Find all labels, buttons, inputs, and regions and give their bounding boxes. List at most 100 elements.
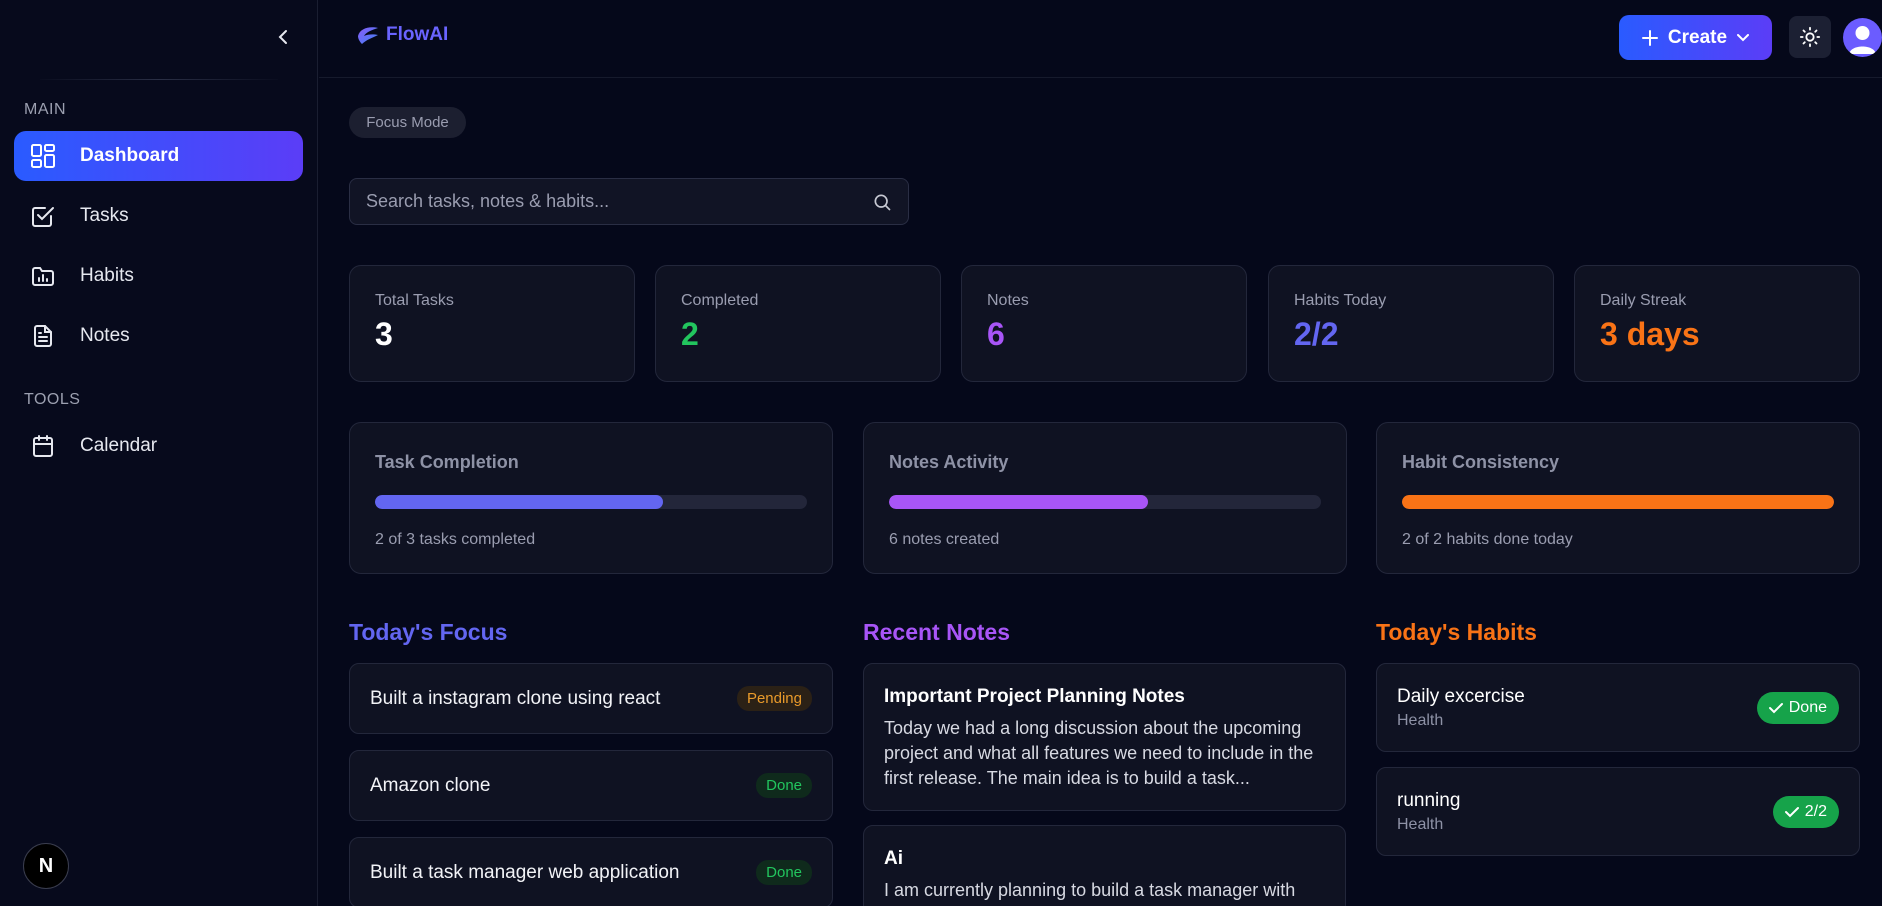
habit-category: Health xyxy=(1397,711,1444,729)
sidebar-item-notes[interactable]: Notes xyxy=(14,311,303,361)
check-icon xyxy=(1784,806,1799,817)
progress-title: Notes Activity xyxy=(889,452,1009,472)
dashboard-icon xyxy=(30,143,56,169)
sidebar-item-habits[interactable]: Habits xyxy=(14,251,303,301)
note-body: I am currently planning to build a task … xyxy=(884,880,1296,900)
calendar-icon xyxy=(30,433,56,459)
sidebar-item-label: Tasks xyxy=(80,205,129,226)
folder-chart-icon xyxy=(30,263,56,289)
task-title: Built a instagram clone using react xyxy=(370,687,661,709)
habit-done-button[interactable]: 2/2 xyxy=(1772,795,1839,828)
sidebar-item-label: Habits xyxy=(80,265,134,286)
stat-value: 3 days xyxy=(1600,316,1700,352)
flowai-logo-icon xyxy=(358,27,378,44)
task-title: Built a task manager web application xyxy=(370,861,680,883)
task-item[interactable]: Built a instagram clone using react Pend… xyxy=(349,663,833,734)
create-button[interactable]: Create xyxy=(1619,15,1772,60)
search-icon[interactable] xyxy=(872,192,892,212)
status-badge: Done xyxy=(756,860,812,885)
next-badge[interactable]: N xyxy=(23,843,69,889)
sidebar-item-dashboard[interactable]: Dashboard xyxy=(14,131,303,181)
sun-icon xyxy=(1799,26,1821,48)
todays-focus-title: Today's Focus xyxy=(349,619,508,645)
file-text-icon xyxy=(30,323,56,349)
collapse-sidebar-button[interactable] xyxy=(272,26,294,48)
stat-value: 2 xyxy=(681,316,699,352)
task-item[interactable]: Built a task manager web application Don… xyxy=(349,837,833,906)
note-item[interactable]: Important Project Planning Notes Today w… xyxy=(863,663,1346,811)
habit-category: Health xyxy=(1397,815,1444,833)
stat-value: 2/2 xyxy=(1294,316,1339,352)
note-body: Today we had a long discussion about the… xyxy=(884,718,1314,788)
progress-subtitle: 2 of 2 habits done today xyxy=(1402,531,1573,548)
stat-label: Notes xyxy=(987,292,1029,309)
todays-habits-title: Today's Habits xyxy=(1376,619,1537,645)
habit-name: Daily excercise xyxy=(1397,685,1525,707)
recent-notes-title: Recent Notes xyxy=(863,619,1010,645)
note-title: Ai xyxy=(884,848,903,869)
progress-track xyxy=(1402,495,1834,509)
section-label-tools: TOOLS xyxy=(24,391,81,408)
stat-card-total-tasks: Total Tasks 3 xyxy=(349,265,635,382)
stat-card-habits-today: Habits Today 2/2 xyxy=(1268,265,1554,382)
habit-status: Done xyxy=(1788,698,1827,716)
search-bar xyxy=(349,178,909,225)
note-title: Important Project Planning Notes xyxy=(884,686,1185,707)
user-avatar[interactable] xyxy=(1843,18,1882,57)
progress-card-notes-activity: Notes Activity 6 notes created xyxy=(863,422,1347,574)
app-logo[interactable]: FlowAI xyxy=(354,22,448,48)
sidebar-item-label: Notes xyxy=(80,325,130,346)
search-input[interactable] xyxy=(366,191,872,212)
progress-title: Task Completion xyxy=(375,452,519,472)
progress-fill xyxy=(1402,495,1834,509)
stat-label: Habits Today xyxy=(1294,292,1387,309)
top-header: FlowAI Create xyxy=(319,0,1882,78)
focus-mode-toggle[interactable]: Focus Mode xyxy=(349,107,466,138)
habit-name: running xyxy=(1397,789,1461,811)
habit-done-button[interactable]: Done xyxy=(1756,691,1839,724)
stat-label: Completed xyxy=(681,292,759,309)
stat-value: 6 xyxy=(987,316,1005,352)
progress-subtitle: 2 of 3 tasks completed xyxy=(375,531,536,548)
habit-info: running Health xyxy=(1397,790,1460,834)
chevron-down-icon xyxy=(1737,33,1750,41)
chevron-left-icon xyxy=(278,30,287,44)
habit-status: 2/2 xyxy=(1804,802,1827,820)
stat-card-daily-streak: Daily Streak 3 days xyxy=(1574,265,1860,382)
habit-info: Daily excercise Health xyxy=(1397,686,1525,730)
logo-text: FlowAI xyxy=(386,24,449,45)
sidebar-item-tasks[interactable]: Tasks xyxy=(14,191,303,241)
sidebar-divider xyxy=(40,79,278,80)
check-icon xyxy=(1768,702,1783,713)
create-label: Create xyxy=(1667,26,1728,48)
progress-subtitle: 6 notes created xyxy=(889,531,1000,548)
plus-icon xyxy=(1641,29,1658,46)
theme-toggle-button[interactable] xyxy=(1789,16,1831,58)
task-item[interactable]: Amazon clone Done xyxy=(349,750,833,821)
habit-item: Daily excercise Health Done xyxy=(1376,663,1860,752)
section-label-main: MAIN xyxy=(24,101,66,118)
progress-track xyxy=(889,495,1321,509)
sidebar-item-calendar[interactable]: Calendar xyxy=(14,421,303,471)
habit-item: running Health 2/2 xyxy=(1376,767,1860,856)
progress-fill xyxy=(889,495,1149,509)
progress-fill xyxy=(375,495,664,509)
task-title: Amazon clone xyxy=(370,774,491,796)
status-badge: Pending xyxy=(736,686,812,711)
stat-label: Total Tasks xyxy=(375,292,454,309)
progress-title: Habit Consistency xyxy=(1402,452,1560,472)
stat-label: Daily Streak xyxy=(1600,292,1687,309)
progress-card-habit-consistency: Habit Consistency 2 of 2 habits done tod… xyxy=(1376,422,1860,574)
note-item[interactable]: Ai I am currently planning to build a ta… xyxy=(863,825,1346,906)
progress-card-task-completion: Task Completion 2 of 3 tasks completed xyxy=(349,422,833,574)
user-icon xyxy=(1849,26,1876,54)
progress-track xyxy=(375,495,807,509)
sidebar: MAIN Dashboard Tasks Habits Notes TOOLS … xyxy=(0,0,318,906)
check-square-icon xyxy=(30,203,56,229)
status-badge: Done xyxy=(756,773,812,798)
stat-card-completed: Completed 2 xyxy=(655,265,941,382)
sidebar-item-label: Dashboard xyxy=(80,145,180,166)
stat-card-notes: Notes 6 xyxy=(961,265,1247,382)
stat-value: 3 xyxy=(375,316,393,352)
sidebar-item-label: Calendar xyxy=(80,435,158,456)
